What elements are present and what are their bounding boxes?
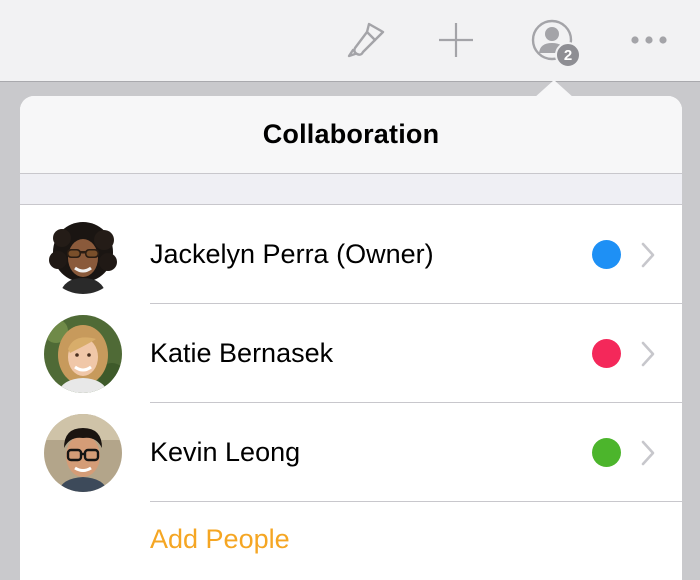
collaborator-name: Kevin Leong [150, 437, 301, 467]
popover-header: Collaboration [20, 96, 682, 174]
chevron-right-icon [641, 341, 655, 367]
collaboration-button[interactable]: 2 [522, 16, 582, 68]
add-people-button[interactable]: Add People [150, 524, 290, 555]
collaborator-name: Katie Bernasek [150, 338, 334, 368]
toolbar: 2 [0, 0, 700, 82]
collaborator-row[interactable]: Katie Bernasek [20, 304, 682, 403]
collaborator-color-dot [592, 438, 621, 467]
collaborator-color-dot [592, 240, 621, 269]
more-icon[interactable] [628, 16, 670, 64]
collaborator-color-dot [592, 339, 621, 368]
collaborator-row[interactable]: Jackelyn Perra (Owner) [20, 205, 682, 304]
popover-title: Collaboration [262, 119, 440, 149]
paintbrush-icon[interactable] [344, 16, 390, 64]
collaborator-row[interactable]: Kevin Leong [20, 403, 682, 502]
chevron-right-icon [641, 242, 655, 268]
avatar [44, 216, 122, 294]
collaborator-count-badge: 2 [555, 42, 581, 68]
collaboration-popover: Collaboration Jackelyn Perra (Owner) Kat… [20, 96, 682, 580]
avatar [44, 414, 122, 492]
collaborator-name: Jackelyn Perra (Owner) [150, 239, 434, 269]
plus-icon[interactable] [434, 16, 478, 64]
add-people-row[interactable]: Add People [20, 502, 682, 580]
chevron-right-icon [641, 440, 655, 466]
avatar [44, 315, 122, 393]
section-gap [20, 174, 682, 205]
